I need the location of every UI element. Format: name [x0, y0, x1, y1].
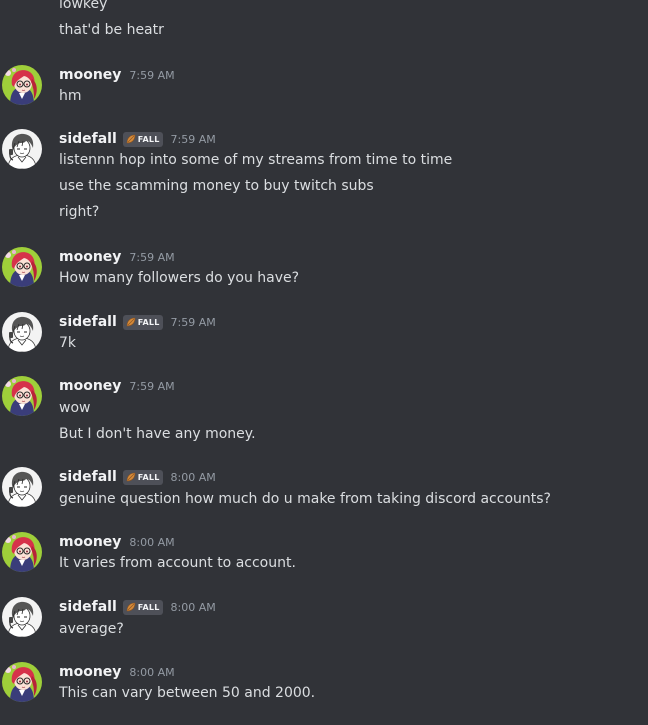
- mooney-avatar[interactable]: [2, 662, 42, 702]
- guild-tag[interactable]: FALL: [122, 131, 163, 147]
- message-line: average?: [59, 621, 124, 637]
- sidefall-avatar[interactable]: [2, 129, 42, 169]
- leaf-icon: [126, 602, 136, 612]
- message-line: listennn hop into some of my streams fro…: [59, 152, 453, 168]
- sidefall-avatar[interactable]: [2, 597, 42, 637]
- sidefall-avatar[interactable]: [2, 312, 42, 352]
- message-line: It varies from account to account.: [59, 555, 296, 571]
- username[interactable]: mooney: [59, 664, 121, 680]
- guild-tag[interactable]: FALL: [122, 599, 163, 615]
- leaf-icon: [126, 134, 136, 144]
- username[interactable]: sidefall: [59, 131, 117, 147]
- guild-tag-label: FALL: [137, 472, 160, 482]
- timestamp: 7:59 AM: [129, 379, 175, 393]
- timestamp: 8:00 AM: [170, 600, 216, 614]
- message-line: This can vary between 50 and 2000.: [59, 685, 316, 701]
- message-line: lowkey: [59, 0, 108, 12]
- message-line: But I don't have any money.: [59, 426, 256, 442]
- mooney-avatar[interactable]: [2, 247, 42, 287]
- message-line: right?: [59, 204, 100, 220]
- leaf-icon: [126, 317, 136, 327]
- guild-tag[interactable]: FALL: [122, 314, 163, 330]
- username[interactable]: mooney: [59, 67, 121, 83]
- sidefall-avatar[interactable]: [2, 467, 42, 507]
- guild-tag[interactable]: FALL: [122, 469, 163, 485]
- timestamp: 7:59 AM: [129, 250, 175, 264]
- leaf-icon: [126, 472, 136, 482]
- timestamp: 8:00 AM: [129, 665, 175, 679]
- username[interactable]: mooney: [59, 534, 121, 550]
- timestamp: 8:00 AM: [170, 470, 216, 484]
- guild-tag-label: FALL: [137, 602, 160, 612]
- chat-message-list: lowkey that'd be heatr mooney 7:59 AM hm…: [0, 0, 648, 725]
- guild-tag-label: FALL: [137, 317, 160, 327]
- mooney-avatar[interactable]: [2, 376, 42, 416]
- message-line: genuine question how much do u make from…: [59, 491, 551, 507]
- timestamp: 8:00 AM: [129, 535, 175, 549]
- username[interactable]: mooney: [59, 249, 121, 265]
- guild-tag-label: FALL: [137, 134, 160, 144]
- message-line: hm: [59, 88, 82, 104]
- message-line: use the scamming money to buy twitch sub…: [59, 178, 374, 194]
- timestamp: 7:59 AM: [129, 68, 175, 82]
- message-line: How many followers do you have?: [59, 270, 300, 286]
- mooney-avatar[interactable]: [2, 532, 42, 572]
- message-line: that'd be heatr: [59, 22, 164, 38]
- username[interactable]: sidefall: [59, 469, 117, 485]
- message-line: wow: [59, 400, 91, 416]
- username[interactable]: mooney: [59, 378, 121, 394]
- mooney-avatar[interactable]: [2, 65, 42, 105]
- username[interactable]: sidefall: [59, 599, 117, 615]
- timestamp: 7:59 AM: [170, 315, 216, 329]
- message-line: 7k: [59, 335, 77, 351]
- username[interactable]: sidefall: [59, 314, 117, 330]
- timestamp: 7:59 AM: [170, 132, 216, 146]
